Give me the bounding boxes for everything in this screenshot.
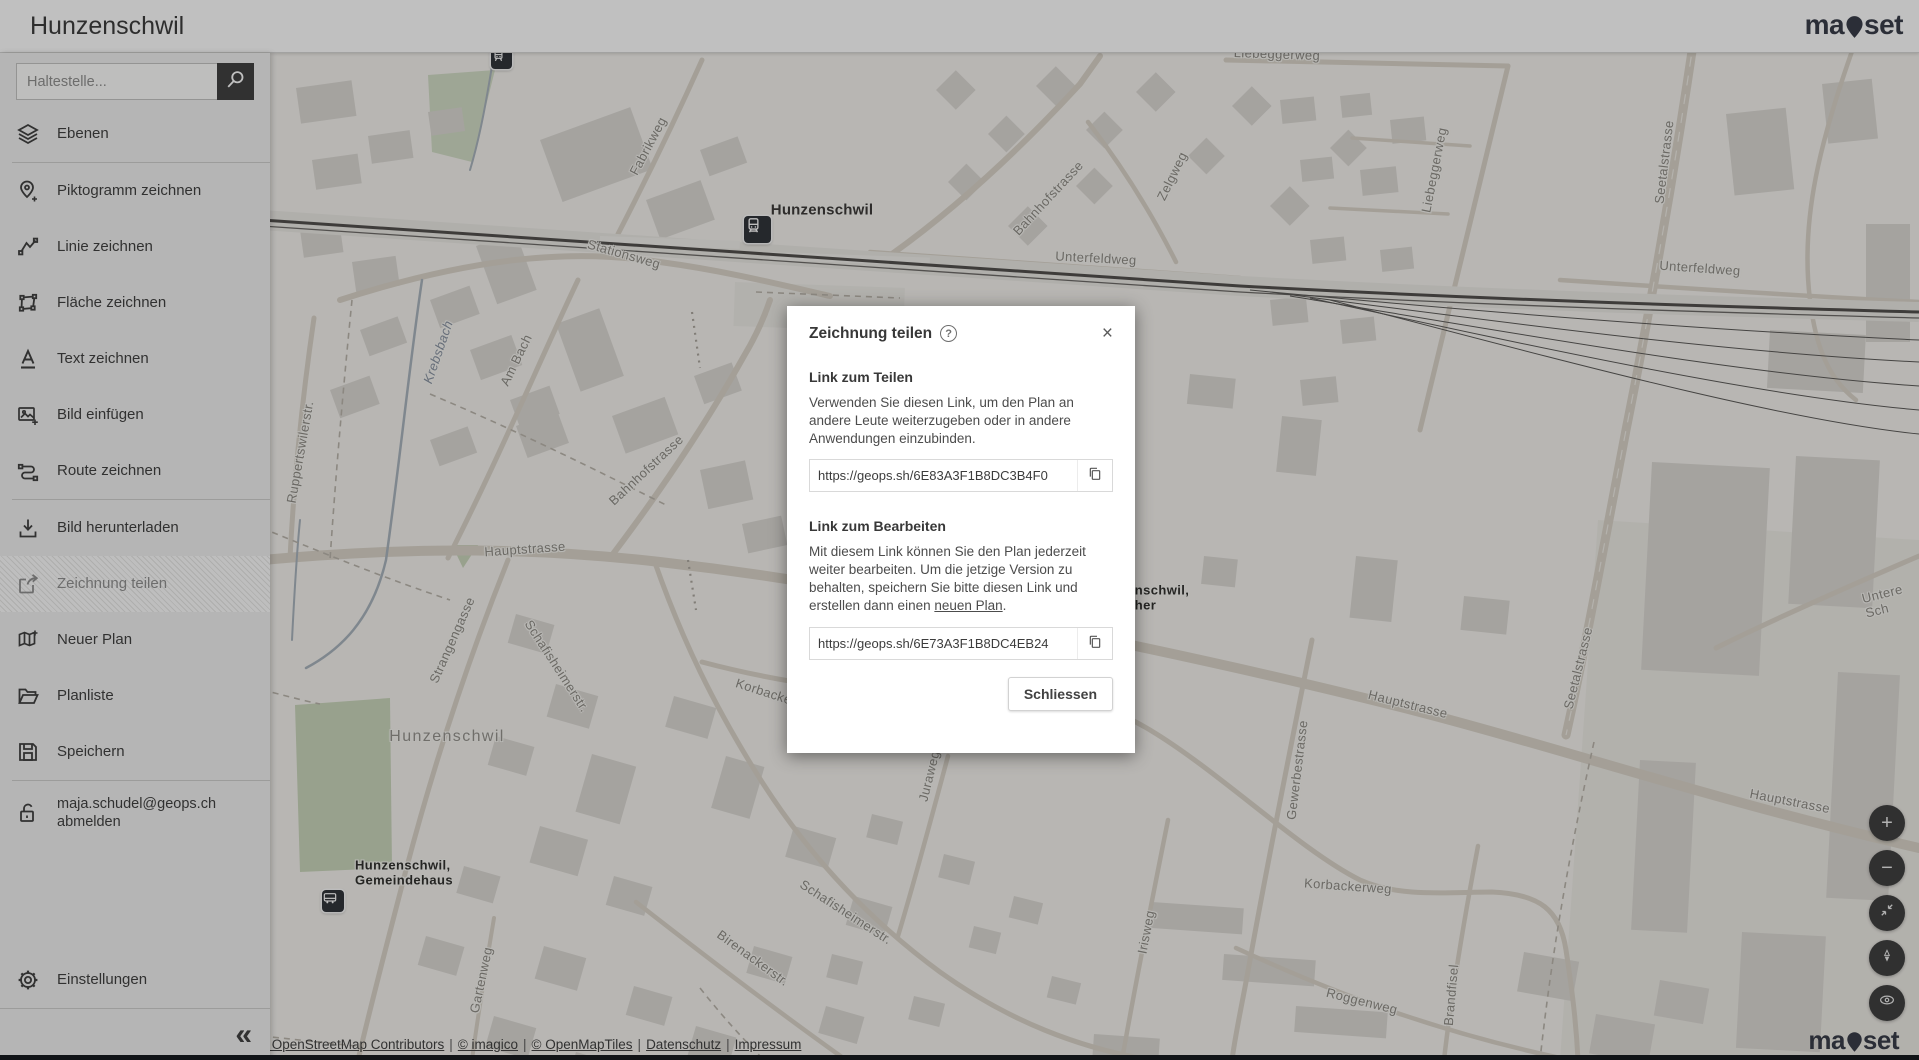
mapset-app: LiebeggerwegFabrikwegBahnhofstrasseZelgw… bbox=[0, 0, 1919, 1060]
share-link-box bbox=[809, 459, 1113, 492]
copy-share-link-button[interactable] bbox=[1077, 460, 1112, 491]
help-icon[interactable]: ? bbox=[940, 325, 957, 342]
edit-link-description: Mit diesem Link können Sie den Plan jede… bbox=[809, 543, 1113, 615]
schliessen-button[interactable]: Schliessen bbox=[1008, 677, 1113, 711]
copy-edit-link-button[interactable] bbox=[1077, 628, 1112, 659]
new-plan-link[interactable]: neuen Plan bbox=[934, 598, 1002, 613]
share-dialog: Zeichnung teilen ? × Link zum Teilen Ver… bbox=[787, 306, 1135, 753]
edit-link-input[interactable] bbox=[810, 628, 1077, 659]
share-link-description: Verwenden Sie diesen Link, um den Plan a… bbox=[809, 394, 1113, 448]
edit-description-text: . bbox=[1003, 598, 1007, 613]
copy-icon bbox=[1087, 634, 1103, 653]
edit-link-box bbox=[809, 627, 1113, 660]
dialog-title: Zeichnung teilen bbox=[809, 325, 932, 343]
share-link-heading: Link zum Teilen bbox=[809, 369, 1113, 385]
dialog-footer: Schliessen bbox=[809, 677, 1113, 711]
share-link-input[interactable] bbox=[810, 460, 1077, 491]
dialog-header: Zeichnung teilen ? × bbox=[809, 324, 1113, 343]
close-icon[interactable]: × bbox=[1102, 324, 1113, 343]
edit-link-heading: Link zum Bearbeiten bbox=[809, 518, 1113, 534]
copy-icon bbox=[1087, 466, 1103, 485]
